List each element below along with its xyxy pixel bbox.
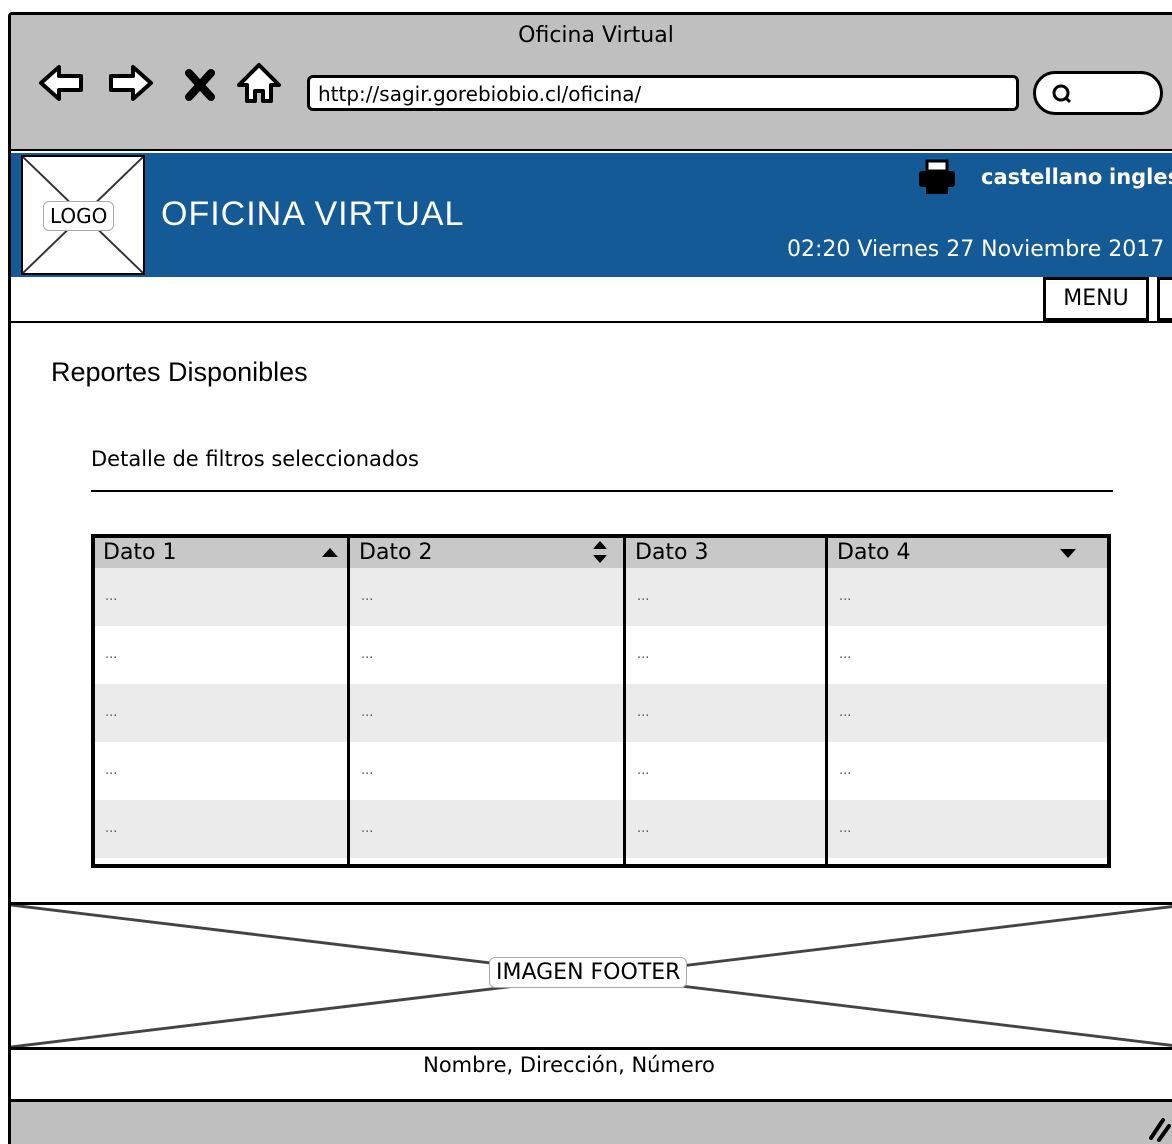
column-divider <box>825 538 828 864</box>
table-cell: ... <box>361 705 374 720</box>
current-datetime: 02:20 Viernes 27 Noviembre 2017 <box>787 237 1165 262</box>
stop-icon[interactable] <box>181 59 219 107</box>
table-cell: ... <box>839 589 852 604</box>
table-cell: ... <box>637 763 650 778</box>
search-icon <box>1052 84 1072 104</box>
browser-search-input[interactable] <box>1033 71 1163 115</box>
table-cell: ... <box>839 821 852 836</box>
table-cell: ... <box>637 589 650 604</box>
site-title: OFICINA VIRTUAL <box>161 195 465 233</box>
table-cell: ... <box>637 705 650 720</box>
table-cell: ... <box>839 763 852 778</box>
printer-icon[interactable] <box>917 159 957 195</box>
filters-title: Detalle de filtros seleccionados <box>91 447 420 471</box>
sort-ascending-icon[interactable] <box>321 544 339 562</box>
table-row[interactable]: ............ <box>95 742 1107 800</box>
table-cell: ... <box>637 821 650 836</box>
footer-contact-text: Nombre, Dirección, Número <box>423 1053 715 1077</box>
url-input[interactable]: http://sagir.gorebiobio.cl/oficina/ <box>307 75 1019 111</box>
browser-toolbar: Oficina Virtual http://sagir.gorebiobio.… <box>11 15 1172 151</box>
browser-window: Oficina Virtual http://sagir.gorebiobio.… <box>8 12 1172 1144</box>
resize-handle-icon[interactable] <box>1141 1112 1171 1142</box>
language-castellano-link[interactable]: castellano <box>981 165 1102 189</box>
sort-descending-icon[interactable] <box>1059 544 1077 562</box>
table-cell: ... <box>105 647 118 662</box>
back-arrow-icon[interactable] <box>37 59 85 107</box>
table-cell: ... <box>105 763 118 778</box>
column-header-label: Dato 2 <box>359 540 433 565</box>
table-header: Dato 1 Dato 2 Dato 3 Dato 4 <box>95 538 1107 568</box>
table-cell: ... <box>361 763 374 778</box>
table-cell: ... <box>361 821 374 836</box>
table-cell: ... <box>105 705 118 720</box>
column-header-dato-2[interactable]: Dato 2 <box>351 538 623 568</box>
menu-bar: MENU <box>11 277 1172 323</box>
forward-arrow-icon[interactable] <box>107 59 155 107</box>
column-header-dato-3[interactable]: Dato 3 <box>627 538 825 568</box>
table-row[interactable]: ............ <box>95 626 1107 684</box>
home-icon[interactable] <box>235 59 283 107</box>
logo-placeholder: LOGO <box>21 155 145 275</box>
column-header-label: Dato 3 <box>635 540 709 565</box>
footer-image-placeholder: IMAGEN FOOTER <box>11 902 1172 1050</box>
table-row[interactable]: ............ <box>95 800 1107 858</box>
column-divider <box>623 538 626 864</box>
table-cell: ... <box>361 589 374 604</box>
language-ingles-link[interactable]: ingles <box>1109 165 1172 189</box>
menu-extra-button[interactable] <box>1157 277 1172 321</box>
filters-divider <box>91 490 1113 492</box>
site-header: LOGO OFICINA VIRTUAL castellano ingles 0… <box>11 153 1172 277</box>
table-cell: ... <box>361 647 374 662</box>
table-cell: ... <box>839 647 852 662</box>
table-cell: ... <box>637 647 650 662</box>
table-cell: ... <box>105 821 118 836</box>
column-header-label: Dato 4 <box>837 540 911 565</box>
table-cell: ... <box>839 705 852 720</box>
column-header-label: Dato 1 <box>103 540 177 565</box>
menu-button[interactable]: MENU <box>1043 277 1149 321</box>
sort-both-icon[interactable] <box>591 540 609 564</box>
table-cell: ... <box>105 589 118 604</box>
table-row[interactable]: ............ <box>95 684 1107 742</box>
table-row[interactable]: ............ <box>95 568 1107 626</box>
reports-table: Dato 1 Dato 2 Dato 3 Dato 4 ... ... ... … <box>91 534 1111 868</box>
browser-statusbar <box>11 1099 1172 1144</box>
column-header-dato-4[interactable]: Dato 4 <box>829 538 1111 568</box>
column-divider <box>347 538 350 864</box>
footer-image-label: IMAGEN FOOTER <box>489 957 688 988</box>
logo-label: LOGO <box>43 201 115 231</box>
window-title: Oficina Virtual <box>518 23 674 48</box>
column-header-dato-1[interactable]: Dato 1 <box>95 538 347 568</box>
page-title: Reportes Disponibles <box>51 357 308 387</box>
